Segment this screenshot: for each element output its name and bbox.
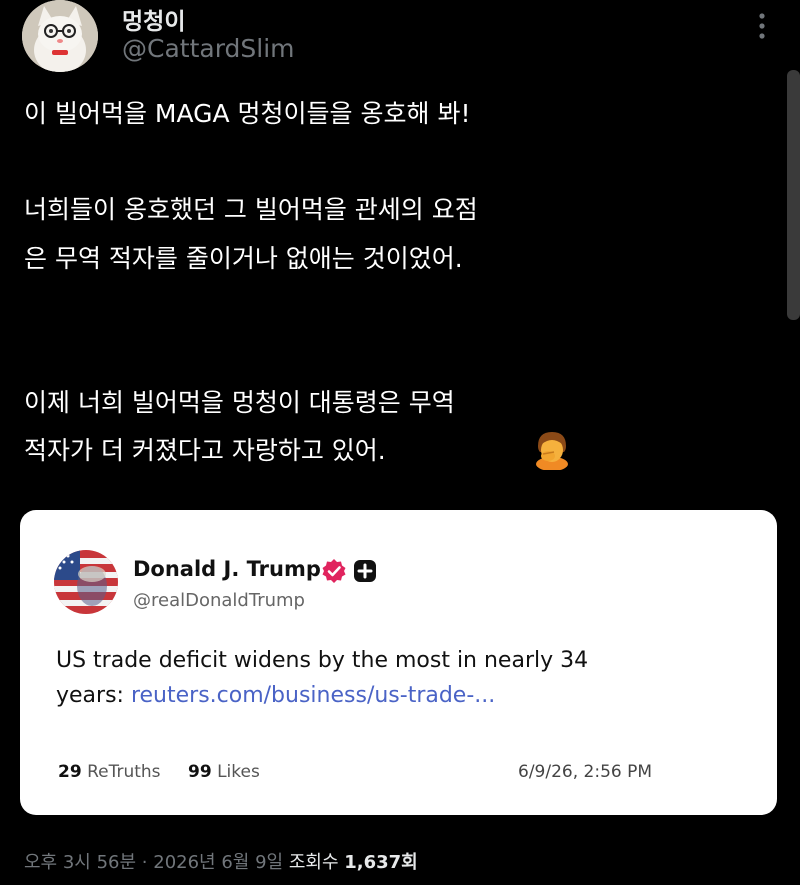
post-text-line: 이 빌어먹을 MAGA 멍청이들을 옹호해 봐! <box>24 99 471 128</box>
likes-stat[interactable]: 99 Likes <box>188 762 260 782</box>
cat-avatar[interactable] <box>22 0 98 72</box>
post-text-line: 적자가 더 커졌다고 자랑하고 있어. <box>24 436 386 465</box>
post-detail-view: 멍청이 @CattardSlim 이 빌어먹을 MAGA 멍청이들을 옹호해 봐… <box>0 0 800 885</box>
post-meta: 오후 3시 56분 · 2026년 6월 9일 조회수 1,637회 <box>24 848 418 874</box>
quoted-author-handle[interactable]: @realDonaldTrump <box>133 590 305 611</box>
verified-badge-icon <box>321 558 347 584</box>
more-vertical-icon[interactable] <box>752 10 772 42</box>
post-text-line: 은 무역 적자를 줄이거나 없애는 것이었어. <box>24 244 463 273</box>
quoted-post-text: US trade deficit widens by the most in n… <box>56 648 589 673</box>
likes-count: 99 <box>188 762 212 782</box>
person-facepalming-icon <box>532 430 572 471</box>
likes-label: Likes <box>217 762 260 782</box>
plus-badge-icon <box>353 559 377 583</box>
post-text-line: 너희들이 옹호했던 그 빌어먹을 관세의 요점 <box>24 195 478 224</box>
post-time[interactable]: 오후 3시 56분 <box>24 852 136 873</box>
retruths-count: 29 <box>58 762 82 782</box>
quoted-post-text-prefix: years: <box>56 683 131 708</box>
retruths-label: ReTruths <box>87 762 161 782</box>
author-handle[interactable]: @CattardSlim <box>122 34 295 63</box>
quoted-post-card[interactable]: Donald J. Trump @realDonaldTrump US trad… <box>20 510 777 815</box>
post-date[interactable]: 2026년 6월 9일 <box>153 852 283 873</box>
quoted-post-link[interactable]: reuters.com/business/us-trade-... <box>131 683 495 708</box>
scrollbar[interactable] <box>787 70 800 320</box>
author-display-name[interactable]: 멍청이 <box>122 2 185 36</box>
quoted-author-name[interactable]: Donald J. Trump <box>133 557 321 581</box>
quoted-author-avatar[interactable] <box>54 550 118 614</box>
views-count[interactable]: 1,637회 <box>344 852 418 873</box>
post-text-line: 이제 너희 빌어먹을 멍청이 대통령은 무역 <box>24 388 455 417</box>
quoted-post-text: years: reuters.com/business/us-trade-... <box>56 683 495 708</box>
retruths-stat[interactable]: 29 ReTruths <box>58 762 161 782</box>
meta-separator: · <box>141 852 148 873</box>
views-label: 조회수 <box>288 852 339 873</box>
quoted-post-timestamp: 6/9/26, 2:56 PM <box>518 762 653 782</box>
